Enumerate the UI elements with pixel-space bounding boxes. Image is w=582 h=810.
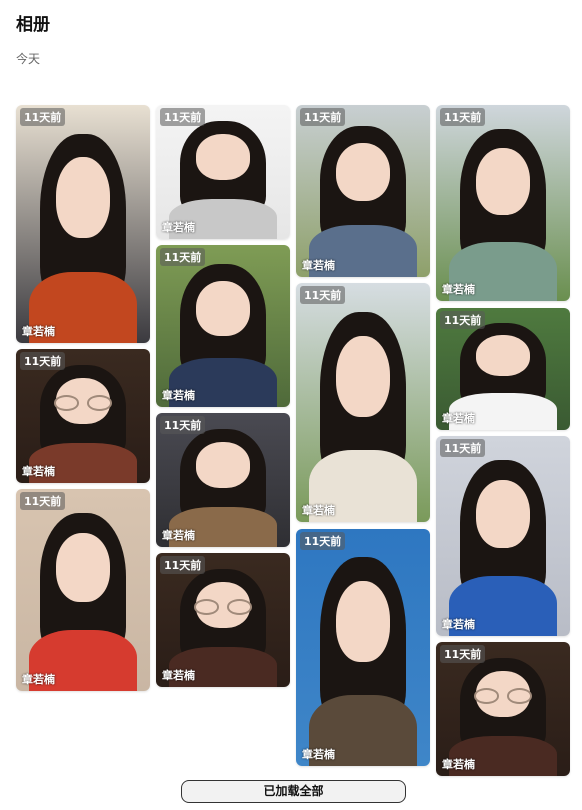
photo-card[interactable]: 11天前 章若楠: [16, 489, 150, 691]
author-label: 章若楠: [162, 221, 195, 234]
photo-card[interactable]: 11天前 章若楠: [16, 105, 150, 343]
portrait-face: [476, 480, 530, 548]
photo-card[interactable]: 11天前 章若楠: [296, 529, 430, 766]
author-label: 章若楠: [22, 325, 55, 338]
author-label: 章若楠: [442, 412, 475, 425]
glasses-icon: [53, 394, 113, 411]
time-badge: 11天前: [160, 108, 206, 126]
portrait-face: [196, 134, 250, 181]
author-label: 章若楠: [22, 465, 55, 478]
time-badge: 11天前: [160, 248, 206, 266]
time-badge: 11天前: [300, 108, 346, 126]
time-badge: 11天前: [20, 352, 66, 370]
time-badge: 11天前: [440, 108, 486, 126]
portrait-face: [476, 148, 530, 215]
photo-card[interactable]: 11天前 章若楠: [436, 105, 570, 301]
portrait-face: [56, 157, 110, 239]
portrait-face: [196, 280, 250, 336]
portrait-face: [56, 533, 110, 603]
time-badge: 11天前: [300, 286, 346, 304]
portrait-face: [196, 442, 250, 489]
time-badge: 11天前: [440, 439, 486, 457]
photo-card[interactable]: 11天前 章若楠: [16, 349, 150, 483]
glasses-icon: [473, 687, 533, 704]
author-label: 章若楠: [162, 389, 195, 402]
author-label: 章若楠: [442, 283, 475, 296]
author-label: 章若楠: [302, 504, 335, 517]
time-badge: 11天前: [440, 311, 486, 329]
time-badge: 11天前: [160, 416, 206, 434]
author-label: 章若楠: [162, 669, 195, 682]
photo-card[interactable]: 11天前 章若楠: [156, 245, 290, 407]
photo-card[interactable]: 11天前 章若楠: [156, 553, 290, 687]
author-label: 章若楠: [302, 748, 335, 761]
photo-card[interactable]: 11天前 章若楠: [436, 642, 570, 776]
photo-card[interactable]: 11天前 章若楠: [296, 105, 430, 277]
time-badge: 11天前: [440, 645, 486, 663]
author-label: 章若楠: [442, 758, 475, 771]
portrait-face: [476, 334, 530, 377]
time-badge: 11天前: [160, 556, 206, 574]
author-label: 章若楠: [162, 529, 195, 542]
photo-card[interactable]: 11天前 章若楠: [156, 105, 290, 239]
portrait-face: [336, 581, 390, 662]
glasses-icon: [193, 598, 253, 615]
photo-card[interactable]: 11天前 章若楠: [156, 413, 290, 547]
portrait-face: [336, 335, 390, 417]
photo-card[interactable]: 11天前 章若楠: [436, 308, 570, 430]
portrait-face: [336, 142, 390, 202]
author-label: 章若楠: [442, 618, 475, 631]
photo-gallery: 11天前 章若楠 11天前 章若楠 11天前 章若楠 11天前 章若楠 11天前…: [0, 0, 582, 810]
time-badge: 11天前: [20, 492, 66, 510]
load-all-button[interactable]: 已加载全部: [181, 780, 406, 803]
author-label: 章若楠: [302, 259, 335, 272]
time-badge: 11天前: [20, 108, 66, 126]
author-label: 章若楠: [22, 673, 55, 686]
photo-card[interactable]: 11天前 章若楠: [436, 436, 570, 636]
photo-card[interactable]: 11天前 章若楠: [296, 283, 430, 522]
time-badge: 11天前: [300, 532, 346, 550]
